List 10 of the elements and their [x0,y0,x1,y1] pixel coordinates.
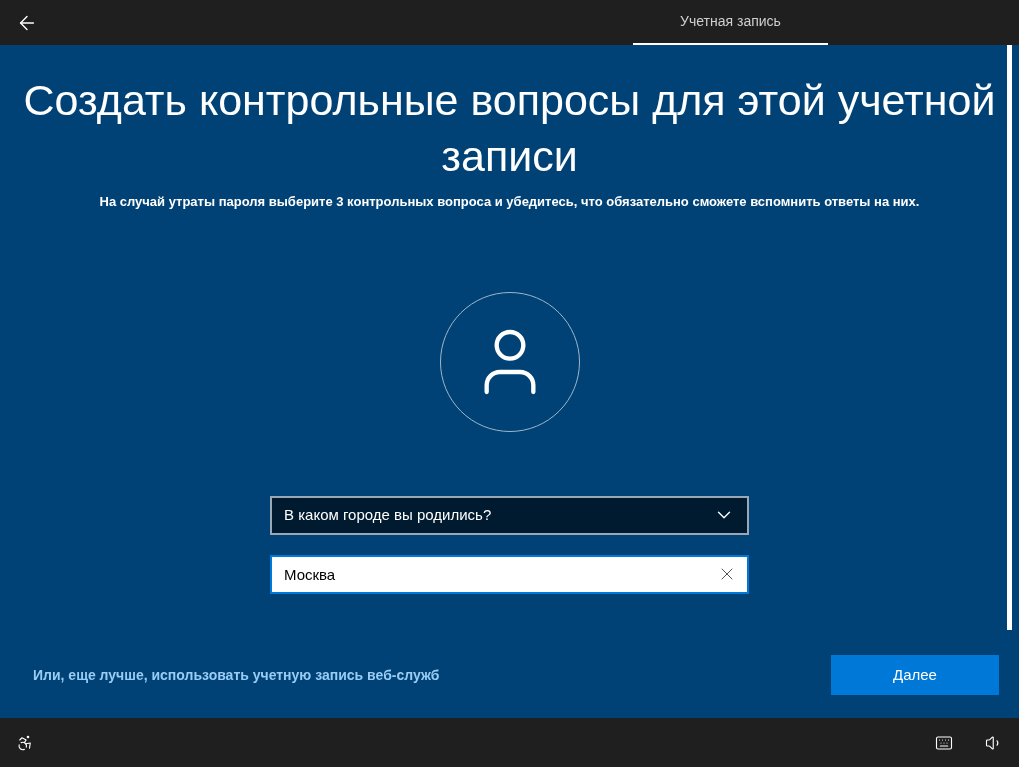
accessibility-icon[interactable] [16,733,34,752]
page-subtitle: На случай утраты пароля выберите 3 контрольных вопроса и убедитесь, что обязательно сможете вспомнить ответы на них. [99,193,920,211]
keyboard-icon[interactable] [935,733,953,752]
tab[interactable]: Учетная запись [633,0,828,45]
page-title: Создать контрольные вопросы для этой учетной записи [22,75,997,182]
scrollbar[interactable] [1007,45,1012,630]
answer-field[interactable]: Москва [270,554,749,594]
next-button[interactable]: Далее [831,655,999,695]
question-dropdown[interactable]: В каком городе вы родились? [270,495,749,535]
web-account-link[interactable]: Или, еще лучше, использовать учетную запись веб-служб [33,664,440,686]
